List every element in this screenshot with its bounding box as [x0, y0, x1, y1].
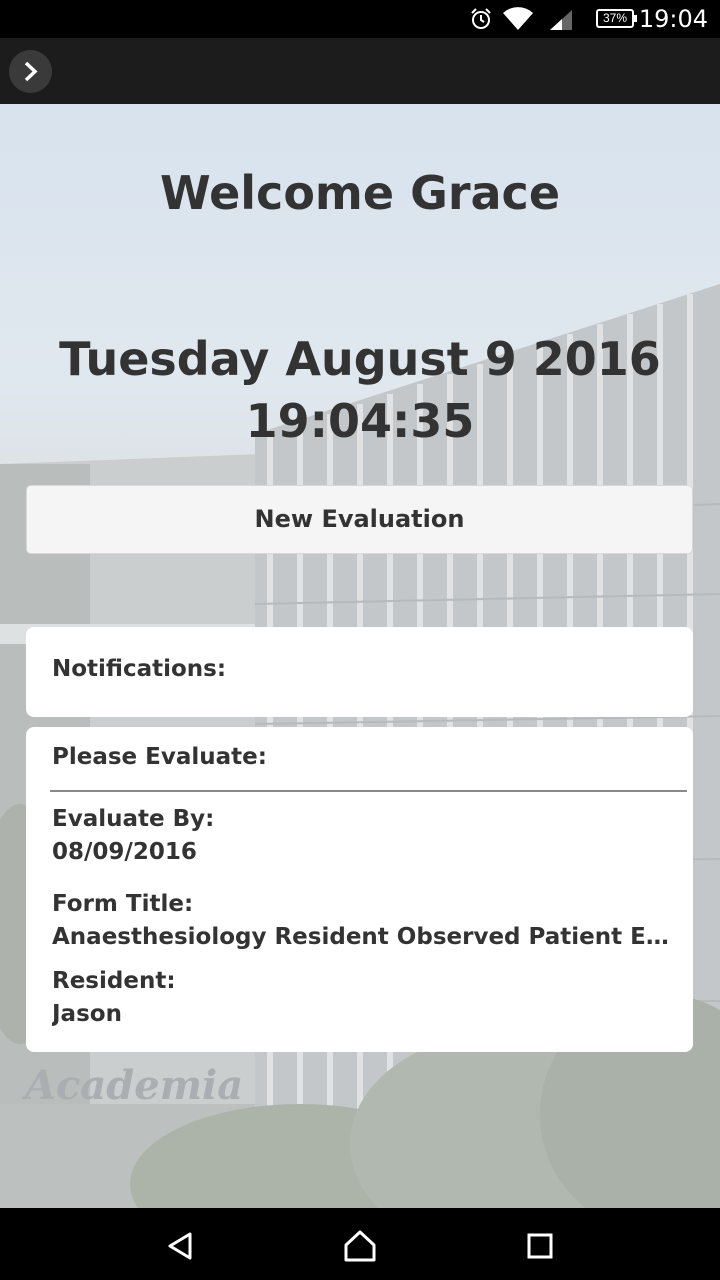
resident-value: Jason	[52, 1001, 122, 1027]
please-evaluate-label: Please Evaluate:	[52, 744, 267, 770]
notifications-label: Notifications:	[52, 656, 227, 682]
app-bar	[0, 38, 720, 104]
main-content: Academia Welcome Grace Tuesday August 9 …	[0, 104, 720, 1208]
card-divider	[50, 790, 687, 792]
evaluate-by-label: Evaluate By:	[52, 806, 215, 832]
menu-toggle-button[interactable]	[9, 50, 52, 93]
navigation-bar	[0, 1208, 720, 1280]
evaluate-by-value: 08/09/2016	[52, 839, 197, 865]
chevron-right-icon	[24, 61, 38, 82]
form-title-value: Anaesthesiology Resident Observed Patien…	[52, 924, 673, 950]
wifi-icon	[503, 7, 533, 30]
back-icon[interactable]	[166, 1231, 194, 1261]
recents-icon[interactable]	[527, 1233, 553, 1259]
status-time: 19:04	[638, 5, 708, 33]
resident-label: Resident:	[52, 968, 176, 994]
date-time-display: Tuesday August 9 2016 19:04:35	[0, 328, 720, 452]
current-date: Tuesday August 9 2016	[59, 332, 661, 386]
pending-evaluation-card[interactable]: Please Evaluate: Evaluate By: 08/09/2016…	[26, 727, 693, 1052]
new-evaluation-button[interactable]: New Evaluation	[26, 485, 693, 554]
status-bar: 37% 19:04	[0, 0, 720, 38]
form-title-label: Form Title:	[52, 891, 194, 917]
welcome-heading: Welcome Grace	[159, 166, 561, 220]
battery-icon: 37%	[596, 9, 637, 28]
alarm-icon	[471, 8, 491, 29]
notifications-card: Notifications:	[26, 627, 693, 717]
home-icon[interactable]	[342, 1229, 378, 1263]
current-time: 19:04:35	[245, 394, 475, 448]
signal-icon	[550, 10, 572, 30]
